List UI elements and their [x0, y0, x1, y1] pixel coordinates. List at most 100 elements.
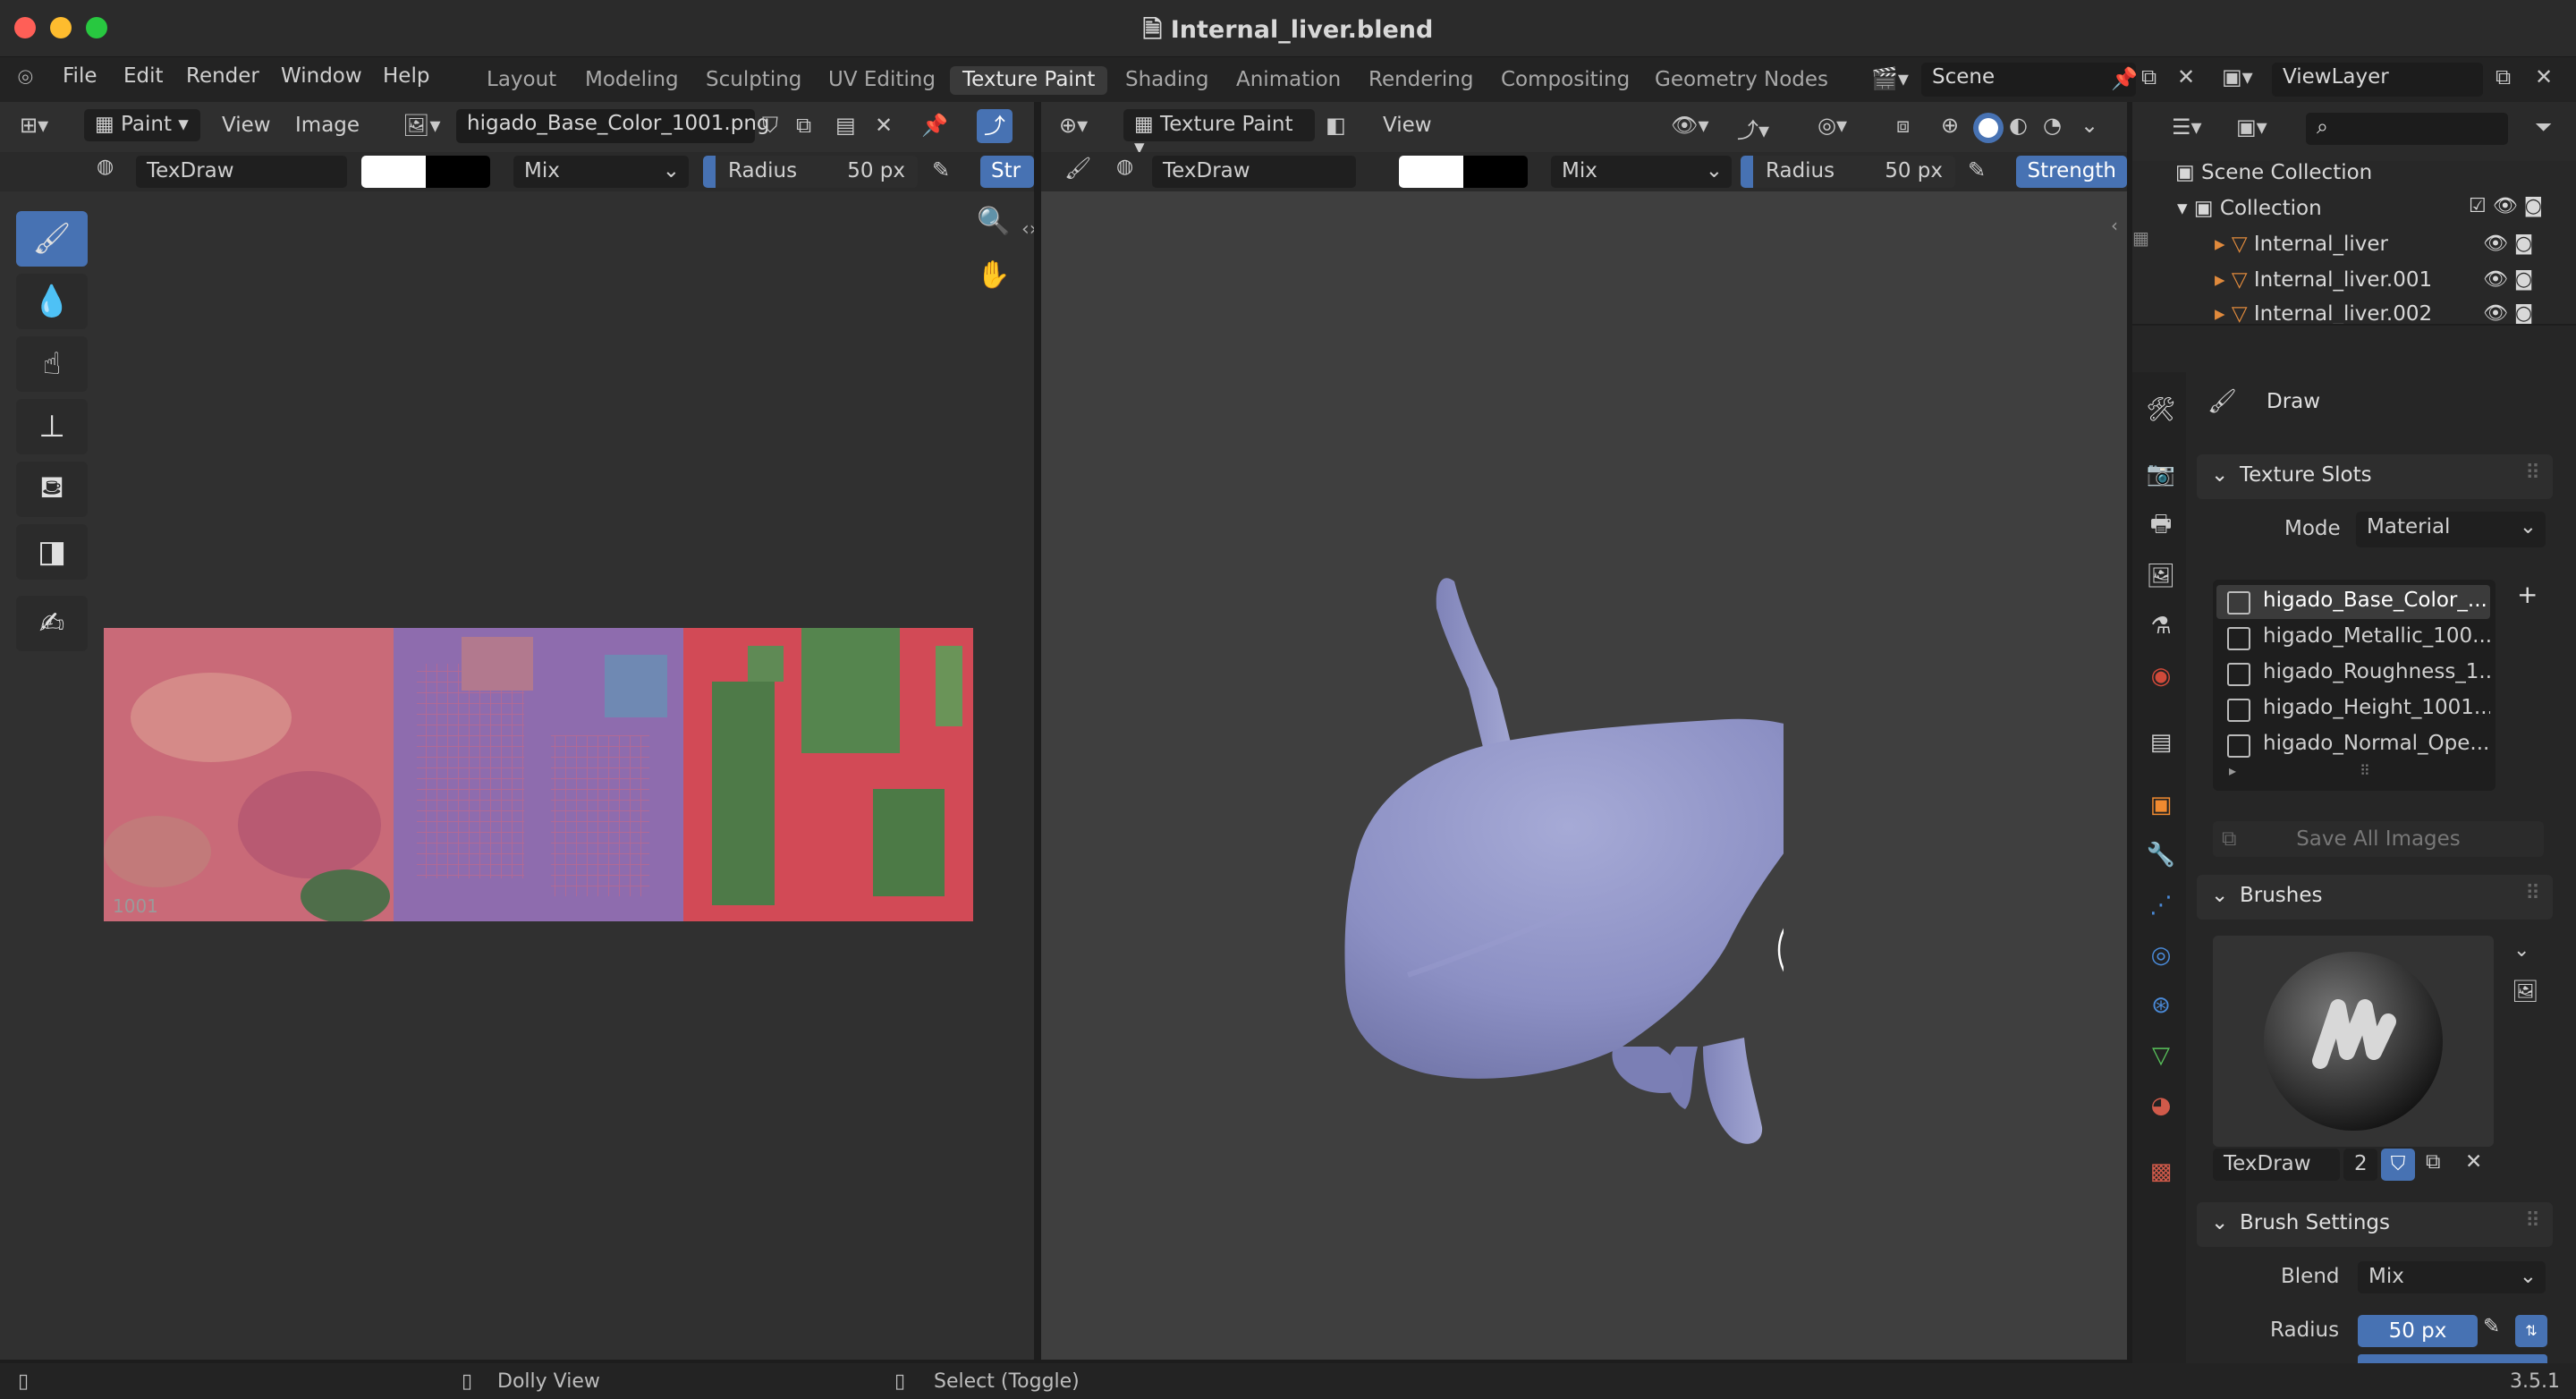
- menu-edit[interactable]: Edit: [123, 64, 164, 88]
- liver-visibility-icons[interactable]: 👁 ◙: [2483, 233, 2533, 255]
- texture-tab-icon[interactable]: ▩: [2143, 1154, 2179, 1190]
- texture-slot-roughness[interactable]: higado_Roughness_1...: [2216, 657, 2490, 691]
- 3d-viewport[interactable]: ‹: [1041, 152, 2127, 1360]
- image-editor-image-menu[interactable]: Image: [295, 114, 360, 137]
- radius-pressure-icon[interactable]: ✎: [2483, 1315, 2500, 1338]
- texture-slot-height[interactable]: higado_Height_1001...: [2216, 692, 2490, 726]
- list-resize-handle-icon[interactable]: ⠿: [2360, 762, 2370, 779]
- menu-window[interactable]: Window: [281, 64, 362, 88]
- add-slot-icon[interactable]: +: [2517, 580, 2538, 609]
- tab-uv-editing[interactable]: UV Editing: [816, 66, 948, 95]
- soften-tool-button[interactable]: 💧: [16, 274, 88, 329]
- material-shading-icon[interactable]: ◐: [2009, 113, 2028, 138]
- view-layer-tab-icon[interactable]: 🖼: [2143, 558, 2179, 594]
- outliner-search-input[interactable]: ⌕: [2306, 113, 2508, 145]
- editor-type-icon[interactable]: ⊞▾: [20, 113, 48, 138]
- sidebar-toggle-icon[interactable]: ‹: [2111, 215, 2118, 236]
- physics-tab-icon[interactable]: ◎: [2143, 937, 2179, 973]
- viewport-view-menu[interactable]: View: [1383, 114, 1432, 137]
- smear-tool-button[interactable]: ☝: [16, 336, 88, 392]
- viewport-brush-dropdown[interactable]: TexDraw: [1152, 156, 1356, 188]
- wireframe-shading-icon[interactable]: ⊕: [1941, 113, 1959, 138]
- image-editor-area[interactable]: 🖌 💧 ☝ ⊥ ⛾ ◨ ✍ 🔍 ✋ ‹› 1001: [0, 152, 1038, 1360]
- annotate-tool-button[interactable]: ✍: [16, 596, 88, 651]
- menu-help[interactable]: Help: [383, 64, 429, 88]
- view-layer-name-field[interactable]: ViewLayer: [2272, 63, 2483, 97]
- mask-toggle-icon[interactable]: ⤴: [977, 109, 1013, 143]
- brush-radius-field[interactable]: 50 px: [2358, 1315, 2478, 1347]
- liver-model[interactable]: [1229, 420, 1784, 1190]
- image-strength-slider[interactable]: Str: [980, 156, 1034, 188]
- drag-handle-icon[interactable]: ⠿: [2525, 882, 2540, 905]
- world-tab-icon[interactable]: ◉: [2143, 658, 2179, 694]
- secondary-color-swatch[interactable]: [426, 156, 490, 188]
- mask-mode-icon[interactable]: ◧: [1326, 113, 1346, 138]
- tab-shading[interactable]: Shading: [1113, 66, 1221, 95]
- shading-options-icon[interactable]: ⌄: [2080, 113, 2098, 138]
- pin-icon[interactable]: 📌: [2111, 66, 2138, 91]
- new-image-icon[interactable]: ▤: [835, 113, 856, 138]
- object-row-liver-001[interactable]: ▸ ▽ Internal_liver.001: [2215, 268, 2432, 292]
- texture-image-canvas[interactable]: 1001: [104, 628, 973, 921]
- duplicate-image-icon[interactable]: ⧉: [796, 113, 811, 138]
- object-row-liver-002[interactable]: ▸ ▽ Internal_liver.002: [2215, 302, 2432, 324]
- tab-layout[interactable]: Layout: [474, 66, 569, 95]
- menu-file[interactable]: File: [63, 64, 97, 88]
- delete-view-layer-icon[interactable]: ✕: [2535, 64, 2553, 89]
- pin-image-icon[interactable]: 📌: [921, 113, 948, 138]
- image-name-field[interactable]: higado_Base_Color_1001.png: [456, 109, 770, 143]
- material-tab-icon[interactable]: ◕: [2143, 1088, 2179, 1123]
- brush-preview[interactable]: [2213, 936, 2494, 1147]
- unlink-brush-icon[interactable]: ✕: [2465, 1150, 2482, 1174]
- display-mode-icon[interactable]: ▣▾: [2236, 114, 2267, 140]
- texture-slot-base-color[interactable]: higado_Base_Color_...: [2216, 585, 2490, 619]
- radius-unit-toggle-icon[interactable]: ⇅: [2515, 1315, 2547, 1347]
- visibility-icon[interactable]: 👁▾: [1671, 113, 1709, 138]
- brush-users-count[interactable]: 2: [2343, 1149, 2377, 1181]
- texture-slots-panel-header[interactable]: ⌄ Texture Slots ⠿: [2197, 454, 2553, 499]
- gizmo-icon[interactable]: ⤴▾: [1737, 113, 1769, 144]
- unlink-image-icon[interactable]: ✕: [875, 113, 893, 138]
- image-radius-slider[interactable]: Radius 50 px: [703, 156, 918, 188]
- pressure-pen-icon[interactable]: ✎: [932, 157, 950, 182]
- brush-image-icon[interactable]: 🖼: [2512, 979, 2538, 1004]
- viewport-editor-type-icon[interactable]: ⊕▾: [1059, 113, 1088, 138]
- viewport-strength-slider[interactable]: Strength: [2016, 156, 2127, 188]
- scene-tab-icon[interactable]: ⚗: [2143, 608, 2179, 644]
- fill-tool-button[interactable]: ⛾: [16, 462, 88, 517]
- zoom-icon[interactable]: 🔍: [977, 206, 1010, 237]
- texture-slot-mode-dropdown[interactable]: Material ⌄: [2356, 512, 2546, 547]
- new-scene-icon[interactable]: ⧉: [2141, 64, 2157, 89]
- image-blend-dropdown[interactable]: Mix ⌄: [513, 156, 689, 188]
- particles-tab-icon[interactable]: ⋰: [2143, 887, 2179, 923]
- brush-fake-user-shield-icon[interactable]: ⛉: [2381, 1149, 2415, 1181]
- collection-tab-icon[interactable]: ▤: [2143, 725, 2179, 760]
- liver-002-visibility-icons[interactable]: 👁 ◙: [2483, 302, 2533, 324]
- output-tab-icon[interactable]: 🖶: [2143, 506, 2179, 542]
- save-all-images-button[interactable]: ⧉ Save All Images: [2213, 821, 2544, 857]
- list-expand-icon[interactable]: ▸: [2229, 762, 2236, 779]
- clone-tool-button[interactable]: ⊥: [16, 399, 88, 454]
- duplicate-brush-icon[interactable]: ⧉: [2426, 1150, 2440, 1174]
- outliner-editor-type-icon[interactable]: ☰▾: [2172, 114, 2202, 140]
- scene-selector-icon[interactable]: 🎬▾: [1871, 66, 1909, 91]
- image-editor-view-menu[interactable]: View: [222, 114, 271, 137]
- draw-tool-button[interactable]: 🖌: [16, 211, 88, 267]
- image-browse-icon[interactable]: 🖼▾: [402, 113, 441, 138]
- tab-compositing[interactable]: Compositing: [1488, 66, 1642, 95]
- solid-shading-icon[interactable]: [1973, 113, 2004, 143]
- modifier-tab-icon[interactable]: 🔧: [2143, 837, 2179, 873]
- delete-scene-icon[interactable]: ✕: [2177, 64, 2195, 89]
- fake-user-shield-icon[interactable]: ⛉: [762, 113, 778, 138]
- strength-slider-partial[interactable]: [2358, 1354, 2547, 1363]
- data-tab-icon[interactable]: ▽: [2143, 1038, 2179, 1073]
- tab-rendering[interactable]: Rendering: [1356, 66, 1486, 95]
- viewport-blend-dropdown[interactable]: Mix ⌄: [1551, 156, 1732, 188]
- new-view-layer-icon[interactable]: ⧉: [2496, 64, 2511, 89]
- texture-slot-normal[interactable]: higado_Normal_Ope...: [2216, 728, 2490, 762]
- texture-slot-metallic[interactable]: higado_Metallic_100...: [2216, 621, 2490, 655]
- brush-list-dropdown-icon[interactable]: ⌄: [2513, 939, 2529, 962]
- object-row-liver[interactable]: ▸ ▽ Internal_liver: [2215, 233, 2388, 256]
- brushes-panel-header[interactable]: ⌄ Brushes ⠿: [2197, 875, 2553, 920]
- brush-settings-panel-header[interactable]: ⌄ Brush Settings ⠿: [2197, 1202, 2553, 1247]
